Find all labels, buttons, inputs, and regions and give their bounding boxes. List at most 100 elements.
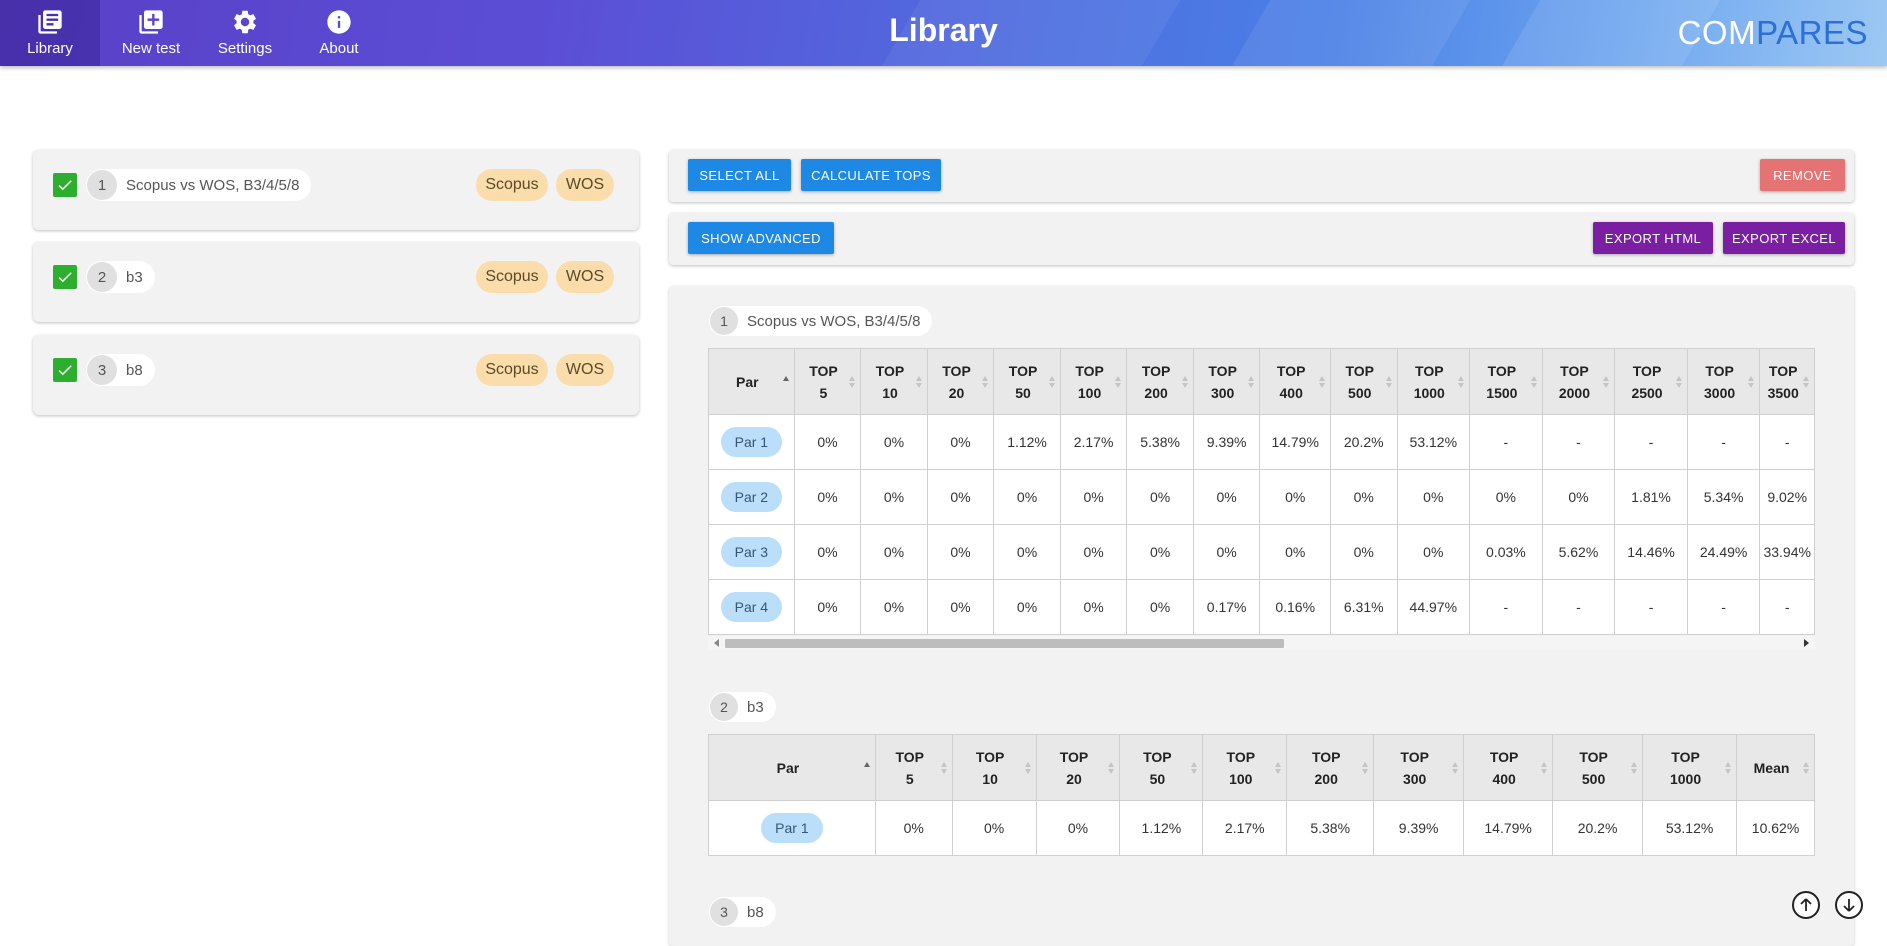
column-header[interactable]: TOP 20 bbox=[926, 348, 995, 415]
par-chip: Par 3 bbox=[720, 537, 783, 567]
sort-icon[interactable] bbox=[1630, 761, 1638, 775]
sort-icon[interactable] bbox=[1114, 375, 1122, 389]
table-cell: 0.16% bbox=[1259, 579, 1331, 635]
sort-icon[interactable] bbox=[1181, 375, 1189, 389]
sort-icon[interactable] bbox=[940, 761, 948, 775]
scroll-left-icon[interactable] bbox=[712, 638, 722, 648]
column-header[interactable]: TOP 5 bbox=[793, 348, 862, 415]
column-header-label: TOP bbox=[1632, 362, 1662, 379]
scrollbar-thumb[interactable] bbox=[725, 639, 1284, 648]
brand-logo: COMPARES bbox=[1678, 14, 1868, 52]
column-header[interactable]: TOP 20 bbox=[1035, 734, 1121, 801]
scroll-down-button[interactable] bbox=[1835, 891, 1863, 919]
sort-icon[interactable] bbox=[1802, 375, 1810, 389]
sort-icon[interactable] bbox=[1361, 761, 1369, 775]
sort-icon[interactable] bbox=[1747, 375, 1755, 389]
column-header[interactable]: Par bbox=[708, 734, 876, 801]
column-header[interactable]: TOP 100 bbox=[1059, 348, 1128, 415]
table-cell: 9.39% bbox=[1192, 414, 1261, 470]
sort-icon[interactable] bbox=[1457, 375, 1465, 389]
sort-icon[interactable] bbox=[1802, 761, 1810, 775]
sort-icon[interactable] bbox=[981, 375, 989, 389]
column-header[interactable]: TOP 300 bbox=[1373, 734, 1465, 801]
column-header[interactable]: TOP 3000 bbox=[1686, 348, 1761, 415]
table-cell: - bbox=[1614, 579, 1688, 635]
column-header-label: 5 bbox=[905, 770, 914, 787]
column-header[interactable]: TOP 300 bbox=[1192, 348, 1261, 415]
main-nav: Library New test Settings About bbox=[0, 0, 390, 66]
sort-icon[interactable] bbox=[1048, 375, 1056, 389]
sort-icon[interactable] bbox=[1675, 375, 1683, 389]
column-header-label: 2000 bbox=[1558, 384, 1591, 401]
column-header[interactable]: TOP 1000 bbox=[1396, 348, 1471, 415]
sort-icon[interactable] bbox=[1024, 761, 1032, 775]
scroll-up-button[interactable] bbox=[1792, 891, 1820, 919]
column-header[interactable]: TOP 200 bbox=[1286, 734, 1375, 801]
scroll-right-icon[interactable] bbox=[1801, 638, 1811, 648]
test-checkbox[interactable] bbox=[53, 265, 77, 289]
table-cell: 0% bbox=[993, 579, 1061, 635]
column-header[interactable]: TOP 10 bbox=[860, 348, 928, 415]
column-header[interactable]: TOP 50 bbox=[1119, 734, 1204, 801]
test-card[interactable]: 1 Scopus vs WOS, B3/4/5/8 Scopus WOS bbox=[33, 150, 639, 230]
column-header[interactable]: TOP 1500 bbox=[1469, 348, 1543, 415]
nav-about[interactable]: About bbox=[288, 0, 390, 66]
calculate-tops-button[interactable]: CALCULATE TOPS bbox=[801, 159, 941, 191]
sort-icon[interactable] bbox=[1318, 375, 1326, 389]
nav-settings[interactable]: Settings bbox=[202, 0, 288, 66]
column-header[interactable]: TOP 500 bbox=[1552, 734, 1644, 801]
table-cell: 0% bbox=[793, 469, 862, 525]
export-html-button[interactable]: EXPORT HTML bbox=[1593, 222, 1713, 254]
column-header[interactable]: Par bbox=[708, 348, 795, 415]
sort-icon[interactable] bbox=[1274, 761, 1282, 775]
test-card[interactable]: 2 b3 Scopus WOS bbox=[33, 242, 639, 322]
par-cell: Par 4 bbox=[708, 579, 795, 635]
sort-icon[interactable] bbox=[1190, 761, 1198, 775]
sort-icon[interactable] bbox=[1385, 375, 1393, 389]
sort-icon[interactable] bbox=[1540, 761, 1548, 775]
test-card[interactable]: 3 b8 Scopus WOS bbox=[33, 335, 639, 415]
select-all-button[interactable]: SELECT ALL bbox=[688, 159, 791, 191]
column-header[interactable]: TOP 2500 bbox=[1614, 348, 1688, 415]
sort-icon[interactable] bbox=[1247, 375, 1255, 389]
sort-icon[interactable] bbox=[1530, 375, 1538, 389]
table-cell: 0% bbox=[1469, 469, 1543, 525]
column-header[interactable]: TOP 200 bbox=[1126, 348, 1194, 415]
column-header[interactable]: TOP 2000 bbox=[1541, 348, 1616, 415]
column-header[interactable]: Mean bbox=[1736, 734, 1815, 801]
column-header-label: 300 bbox=[1210, 384, 1235, 401]
table-horizontal-scrollbar[interactable] bbox=[708, 636, 1815, 650]
remove-button[interactable]: REMOVE bbox=[1760, 159, 1845, 191]
column-header[interactable]: TOP 50 bbox=[993, 348, 1061, 415]
nav-library[interactable]: Library bbox=[0, 0, 100, 66]
column-header[interactable]: TOP 500 bbox=[1329, 348, 1398, 415]
column-header[interactable]: TOP 1000 bbox=[1642, 734, 1738, 801]
column-header[interactable]: TOP 10 bbox=[951, 734, 1037, 801]
test-checkbox[interactable] bbox=[53, 358, 77, 382]
sort-icon[interactable] bbox=[915, 375, 923, 389]
show-advanced-button[interactable]: SHOW ADVANCED bbox=[688, 222, 834, 254]
sort-icon[interactable] bbox=[1724, 761, 1732, 775]
table-cell: 6.31% bbox=[1329, 579, 1398, 635]
column-header-label: 500 bbox=[1581, 770, 1606, 787]
test-name: b8 bbox=[126, 361, 143, 379]
sort-icon[interactable] bbox=[1602, 375, 1610, 389]
column-header[interactable]: TOP 3500 bbox=[1759, 348, 1815, 415]
sort-icon[interactable] bbox=[1107, 761, 1115, 775]
nav-new-test[interactable]: New test bbox=[100, 0, 202, 66]
table-cell: 33.94% bbox=[1759, 524, 1815, 580]
par-cell: Par 1 bbox=[708, 414, 795, 470]
test-number: 1 bbox=[87, 170, 117, 200]
column-header[interactable]: TOP 5 bbox=[874, 734, 953, 801]
sort-icon[interactable] bbox=[848, 375, 856, 389]
column-header[interactable]: TOP 400 bbox=[1259, 348, 1331, 415]
export-excel-button[interactable]: EXPORT EXCEL bbox=[1723, 222, 1845, 254]
column-header-label: 50 bbox=[1015, 384, 1031, 401]
column-header[interactable]: TOP 400 bbox=[1463, 734, 1554, 801]
table-cell: 20.2% bbox=[1552, 800, 1644, 856]
column-header[interactable]: TOP 100 bbox=[1202, 734, 1288, 801]
test-checkbox[interactable] bbox=[53, 173, 77, 197]
sort-icon[interactable] bbox=[782, 375, 790, 389]
sort-icon[interactable] bbox=[1451, 761, 1459, 775]
sort-icon[interactable] bbox=[863, 761, 871, 775]
